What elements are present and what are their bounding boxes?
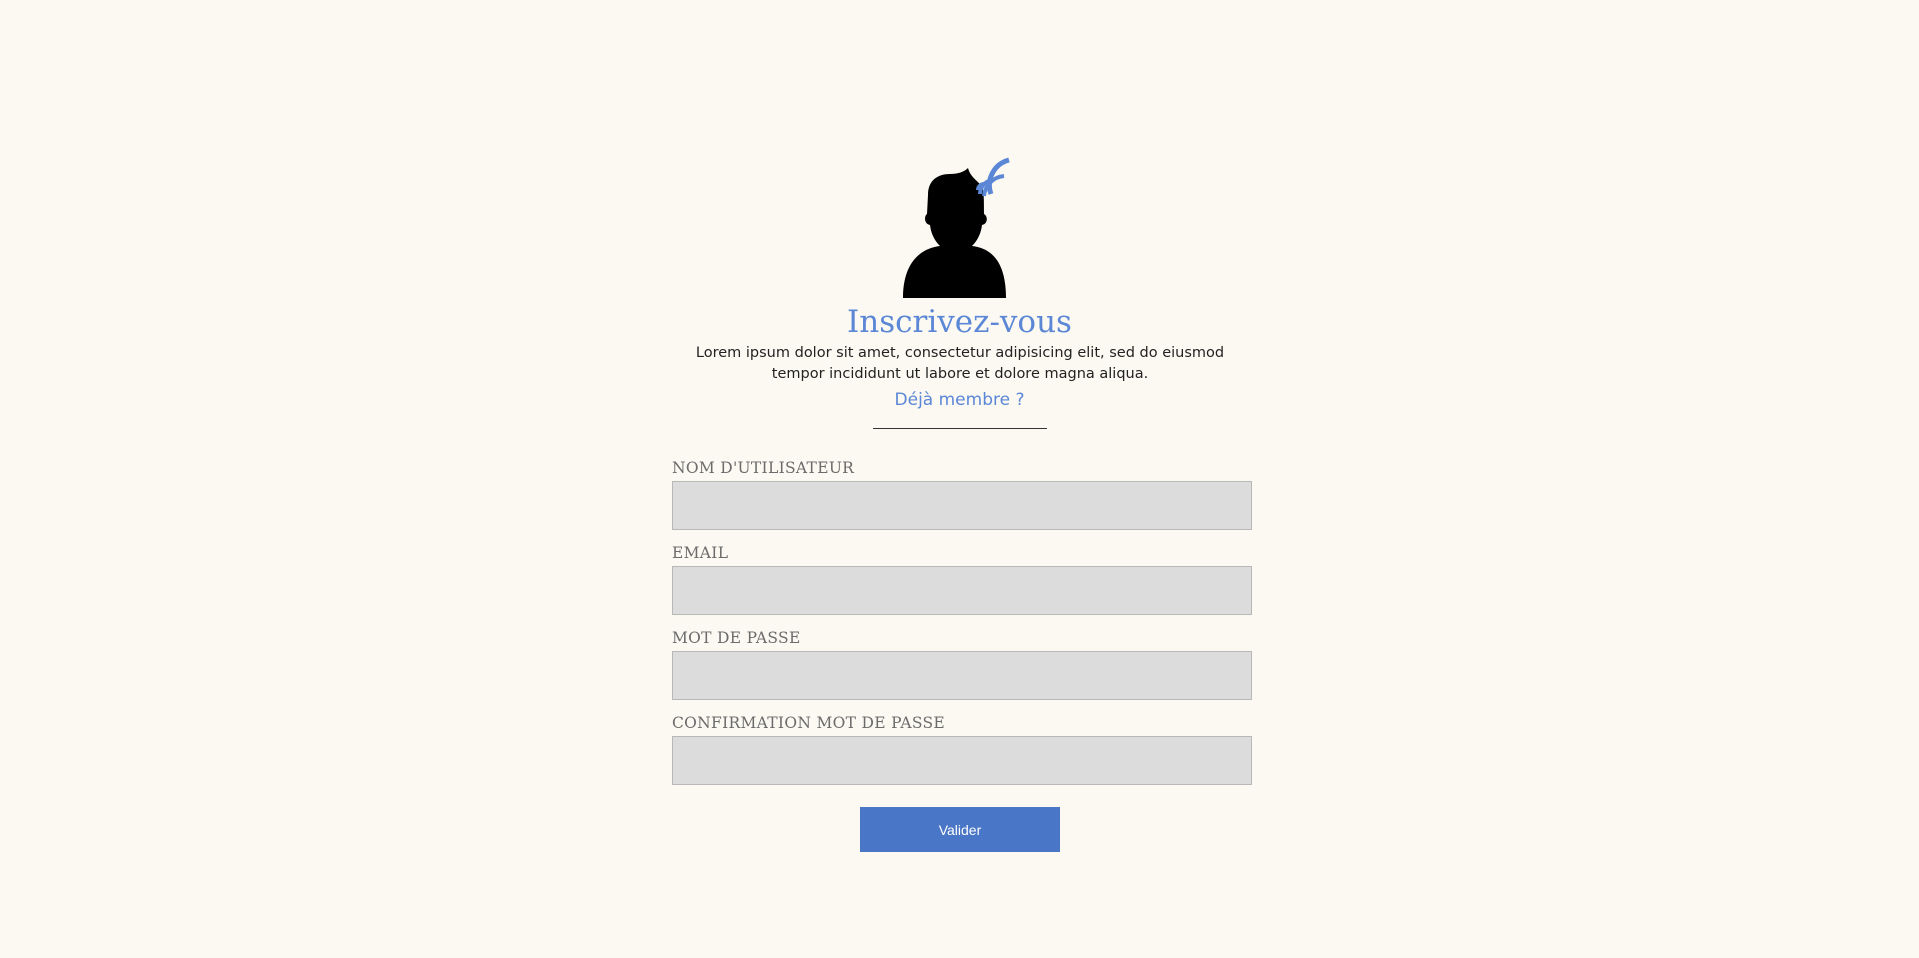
email-label: EMAIL [672,544,729,562]
username-label: NOM D'UTILISATEUR [672,459,855,477]
confirm-password-field[interactable] [672,736,1252,785]
username-field[interactable] [672,481,1252,530]
page-description: Lorem ipsum dolor sit amet, consectetur … [695,345,1225,382]
password-label: MOT DE PASSE [672,629,801,647]
submit-button[interactable]: Valider [860,807,1060,852]
divider [873,428,1047,429]
confirm-password-label: CONFIRMATION MOT DE PASSE [672,714,946,732]
user-wifi-icon [903,157,1010,298]
signup-page: Inscrivez-vous Lorem ipsum dolor sit ame… [0,0,1919,958]
already-member-link[interactable]: Déjà membre ? [0,388,1919,412]
password-field[interactable] [672,651,1252,700]
page-title: Inscrivez-vous [847,304,1072,340]
email-field[interactable] [672,566,1252,615]
